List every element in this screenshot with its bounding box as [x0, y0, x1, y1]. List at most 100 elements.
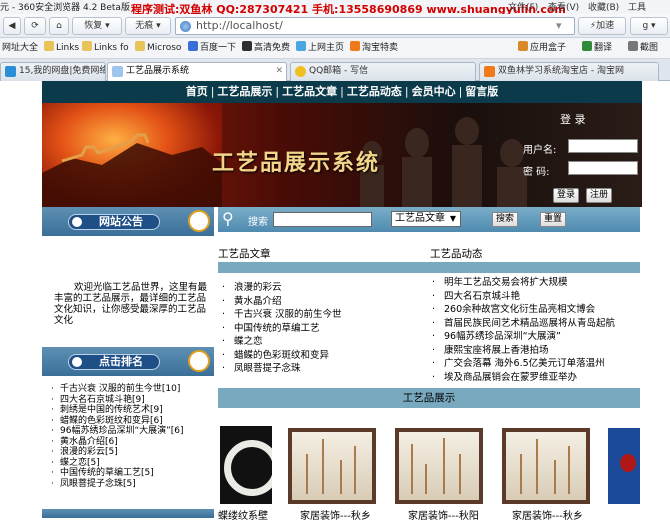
screenshot-button[interactable]: 截图	[628, 41, 658, 56]
tab-taobao[interactable]: 双鱼林学习系统淘宝店 - 淘宝网	[479, 62, 659, 81]
menu-file[interactable]: 文件(F)	[508, 0, 538, 13]
page-icon	[112, 66, 123, 77]
news-item[interactable]: 埃及商品展销会在蒙罗维亚举办	[430, 371, 615, 385]
bookmark-item[interactable]: Microso	[135, 41, 181, 56]
reed-stem	[568, 446, 570, 494]
nav-guestbook[interactable]: 留言版	[462, 85, 501, 98]
nav-home[interactable]: 首页	[183, 85, 211, 98]
news-item[interactable]: 96幅苏绣珍品深圳“大展演”	[430, 330, 615, 344]
news-item[interactable]: 康熙宝座将展上香港拍场	[430, 344, 615, 358]
showcase-caption[interactable]: 家居装饰---秋乡	[512, 507, 583, 522]
tab-label: 15,我的网盘|免费网络...	[19, 66, 105, 76]
article-item[interactable]: 中国传统的草编工艺	[220, 322, 342, 336]
menu-favorites[interactable]: 收藏(B)	[588, 0, 619, 13]
rank-item[interactable]: 凤眼菩提子念珠[5]	[50, 479, 214, 490]
search-engine-button[interactable]: g ▾	[630, 17, 668, 35]
rank-item[interactable]: 刺绣是中国的传统艺术[9]	[50, 405, 214, 416]
search-button[interactable]: 搜索	[492, 212, 518, 227]
article-item[interactable]: 蝶之恋	[220, 335, 342, 349]
tab-qq-mail[interactable]: QQ邮箱 - 写信	[290, 62, 476, 81]
reset-button[interactable]: 重置	[540, 212, 566, 227]
jade-disc-image[interactable]	[220, 426, 272, 504]
restore-label: 恢复	[84, 21, 103, 31]
menu-view[interactable]: 查看(V)	[548, 0, 579, 13]
chart-icon	[188, 210, 210, 232]
showcase-caption[interactable]: 家居装饰---秋乡	[300, 507, 371, 522]
showcase-image[interactable]	[502, 428, 590, 504]
restore-button[interactable]: 恢复 ▾	[72, 17, 122, 35]
reed-stem	[425, 464, 427, 494]
nav-craft-articles[interactable]: 工艺品文章	[279, 85, 340, 98]
showcase-image[interactable]	[288, 428, 376, 504]
tab-netdisk[interactable]: 15,我的网盘|免费网络...	[0, 62, 106, 81]
search-category-select[interactable]: 工艺品文章 ▼	[391, 211, 461, 227]
translate-button[interactable]: 翻译	[582, 41, 612, 56]
bookmark-item[interactable]: 百度一下	[188, 41, 236, 56]
rank-title-text: 点击排名	[99, 355, 143, 368]
bookmark-item[interactable]: 高清免费	[242, 41, 290, 56]
app-title: 元 - 360安全浏览器 4.2 Beta版	[0, 3, 130, 13]
bookmark-item[interactable]: Links fo	[82, 41, 129, 56]
username-input[interactable]	[568, 139, 638, 153]
translate-label: 翻译	[594, 43, 613, 53]
bookmark-item[interactable]: 网址大全	[2, 41, 38, 56]
rank-item[interactable]: 中国传统的草编工艺[5]	[50, 468, 214, 479]
taobao-icon	[484, 66, 495, 77]
article-item[interactable]: 凤眼菩提子念珠	[220, 362, 342, 376]
incognito-button[interactable]: 无痕 ▾	[125, 17, 171, 35]
rank-item[interactable]: 浪漫的彩云[5]	[50, 447, 214, 458]
menu-tools[interactable]: 工具	[628, 0, 646, 13]
nav-craft-showcase[interactable]: 工艺品展示	[214, 85, 275, 98]
news-item[interactable]: 广交会落幕 海外6.5亿美元订单落温州	[430, 357, 615, 371]
chevron-down-icon: ▼	[449, 214, 456, 223]
rank-item[interactable]: 蜡鲽的色彩斑纹和变异[6]	[50, 416, 214, 427]
article-item[interactable]: 浪漫的彩云	[220, 281, 342, 295]
speed-up-button[interactable]: ⚡加速	[578, 17, 626, 35]
reed-stem	[459, 454, 461, 494]
banner-title: 工艺品展示系统	[212, 150, 381, 176]
folder-icon	[82, 41, 92, 51]
nav-craft-news[interactable]: 工艺品动态	[344, 85, 405, 98]
rank-item[interactable]: 蝶之恋[5]	[50, 458, 214, 469]
qq-icon	[295, 66, 306, 77]
showcase-caption[interactable]: 家居装饰---秋阳	[408, 507, 479, 522]
address-bar[interactable]: http://localhost/ ▾	[175, 17, 575, 35]
news-item[interactable]: 明年工艺品交易会将扩大规模	[430, 276, 615, 290]
showcase-image[interactable]	[608, 428, 640, 504]
showcase-image[interactable]	[395, 428, 483, 504]
rank-item[interactable]: 四大名石京城斗艳[9]	[50, 395, 214, 406]
news-item[interactable]: 首届民族民间艺术精品巡展将从青岛起航	[430, 317, 615, 331]
folder-icon	[135, 41, 145, 51]
search-bar: ⚲ 搜索 工艺品文章 ▼ 搜索 重置	[218, 207, 640, 232]
article-item[interactable]: 千古兴衰 汉服的前生今世	[220, 308, 342, 322]
back-arrow-icon[interactable]: ◀	[3, 17, 21, 35]
rank-item[interactable]: 黄水晶介绍[6]	[50, 437, 214, 448]
rank-item[interactable]: 96幅苏绣珍品深圳“大展演”[6]	[50, 426, 214, 437]
rank-item[interactable]: 千古兴衰 汉服的前生今世[10]	[50, 384, 214, 395]
app-box-button[interactable]: 应用盒子	[518, 41, 566, 56]
showcase-header: 工艺品展示	[218, 388, 640, 408]
news-item[interactable]: 260余种故宫文化衍生品亮相文博会	[430, 303, 615, 317]
showcase-caption[interactable]: 蝶缕纹系壁	[218, 507, 268, 522]
search-label: 搜索	[248, 217, 268, 228]
dropdown-arrow-icon[interactable]: ▾	[556, 19, 562, 32]
article-item[interactable]: 蜡鲽的色彩斑纹和变异	[220, 349, 342, 363]
nav-member-center[interactable]: 会员中心	[409, 85, 459, 98]
article-item[interactable]: 黄水晶介绍	[220, 295, 342, 309]
refresh-icon[interactable]: ⟳	[24, 17, 46, 35]
url-text[interactable]: http://localhost/	[196, 19, 283, 32]
bookmark-item[interactable]: 上网主页	[296, 41, 344, 56]
close-icon[interactable]: ✕	[275, 63, 283, 80]
bookmark-item[interactable]: Links	[44, 41, 79, 56]
scissors-icon	[628, 41, 638, 51]
home-icon[interactable]: ⌂	[49, 17, 69, 35]
search-input[interactable]	[273, 212, 372, 227]
register-button[interactable]: 注册	[586, 188, 612, 203]
login-button[interactable]: 登录	[553, 188, 579, 203]
password-input[interactable]	[568, 161, 638, 175]
tab-craft-system[interactable]: 工艺品展示系统 ✕	[107, 62, 287, 81]
search-icon: ⚲	[222, 209, 234, 228]
bookmark-item[interactable]: 淘宝特卖	[350, 41, 398, 56]
news-item[interactable]: 四大名石京城斗艳	[430, 290, 615, 304]
notice-title-text: 网站公告	[99, 215, 143, 228]
